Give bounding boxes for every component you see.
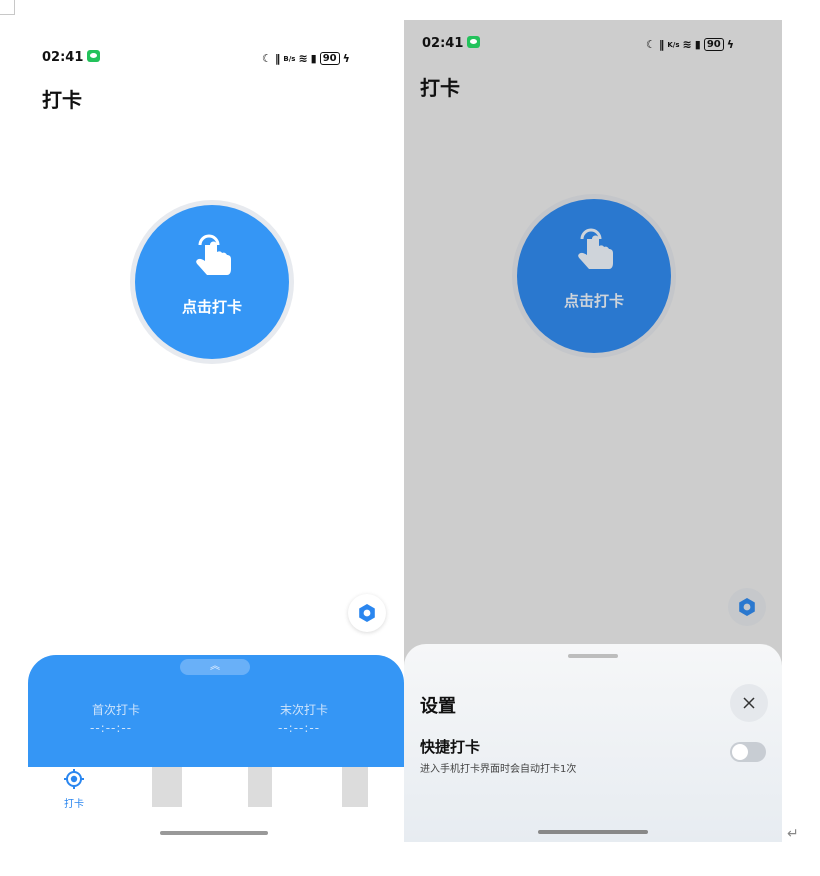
settings-sheet: 设置 快捷打卡 进入手机打卡界面时会自动打卡1次 — [404, 644, 782, 842]
corner-mark — [0, 0, 15, 15]
punch-button[interactable]: 点击打卡 — [135, 205, 289, 359]
wifi-icon: ≋ — [298, 52, 308, 65]
charging-icon: ϟ — [726, 38, 734, 51]
status-time: 02:41 — [422, 36, 481, 51]
battery-icon: 90 — [703, 38, 724, 51]
first-record-value: --:--:-- — [90, 721, 133, 735]
tab-bar: 打卡 — [28, 767, 404, 842]
sim-icon: ▮ — [694, 38, 701, 51]
status-icons: ☾ ‖ K/s ≋ ▮ 90 ϟ — [646, 38, 734, 51]
quick-punch-toggle[interactable] — [730, 742, 766, 762]
punch-button[interactable]: 点击打卡 — [517, 199, 671, 353]
tap-hand-icon — [196, 234, 231, 275]
status-time: 02:41 — [42, 50, 101, 65]
close-button[interactable] — [730, 684, 768, 722]
wechat-icon — [467, 36, 481, 48]
first-record-label: 首次打卡 — [92, 703, 141, 717]
vibrate-icon: ‖ — [658, 38, 665, 51]
moon-icon: ☾ — [646, 38, 656, 51]
vibrate-icon: ‖ — [274, 52, 281, 65]
quick-punch-description: 进入手机打卡界面时会自动打卡1次 — [420, 764, 577, 775]
status-icons: ☾ ‖ B/s ≋ ▮ 90 ϟ — [262, 52, 350, 65]
quick-punch-title: 快捷打卡 — [420, 738, 481, 756]
wechat-icon — [87, 50, 101, 62]
home-indicator[interactable] — [160, 831, 268, 835]
page-title: 打卡 — [42, 88, 82, 112]
punch-button-ring: 点击打卡 — [512, 194, 676, 358]
wifi-icon: ≋ — [682, 38, 692, 51]
last-record-label: 末次打卡 — [280, 703, 329, 717]
battery-icon: 90 — [319, 52, 340, 65]
moon-icon: ☾ — [262, 52, 272, 65]
punch-button-ring: 点击打卡 — [130, 200, 294, 364]
return-glyph-icon: ↵ — [787, 826, 799, 842]
expand-handle[interactable]: ︽ — [180, 659, 250, 675]
last-record-value: --:--:-- — [278, 721, 321, 735]
chevron-up-icon: ︽ — [210, 661, 220, 672]
tab-blurred-3[interactable] — [248, 767, 272, 807]
close-icon — [743, 697, 755, 709]
toggle-knob — [732, 744, 748, 760]
punch-button-label: 点击打卡 — [563, 292, 624, 310]
tab-blurred-4[interactable] — [342, 767, 368, 807]
punch-button-label: 点击打卡 — [181, 298, 242, 316]
records-panel: ︽ 首次打卡 --:--:-- 末次打卡 --:--:-- — [28, 655, 404, 767]
gear-icon — [739, 598, 755, 616]
settings-button[interactable] — [728, 588, 766, 626]
tab-punch[interactable]: 打卡 — [58, 769, 90, 810]
sim-icon: ▮ — [310, 52, 317, 65]
target-icon — [64, 769, 84, 789]
home-indicator[interactable] — [538, 830, 648, 834]
settings-button[interactable] — [348, 594, 386, 632]
page-title: 打卡 — [420, 76, 460, 100]
data-speed: B/s — [283, 54, 296, 63]
tap-hand-icon — [578, 228, 613, 269]
left-screen: 02:41 ☾ ‖ B/s ≋ ▮ 90 ϟ 打卡 点击打卡 ︽ 首次打卡 --… — [28, 20, 404, 842]
tab-blurred-2[interactable] — [152, 767, 182, 807]
sheet-grip[interactable] — [568, 654, 618, 658]
tab-punch-label: 打卡 — [64, 799, 84, 810]
data-speed: K/s — [667, 40, 680, 49]
charging-icon: ϟ — [342, 52, 350, 65]
right-screen: 02:41 ☾ ‖ K/s ≋ ▮ 90 ϟ 打卡 点击打卡 设置 快捷打卡 进… — [404, 20, 782, 842]
sheet-title: 设置 — [420, 696, 456, 717]
gear-icon — [359, 604, 375, 622]
